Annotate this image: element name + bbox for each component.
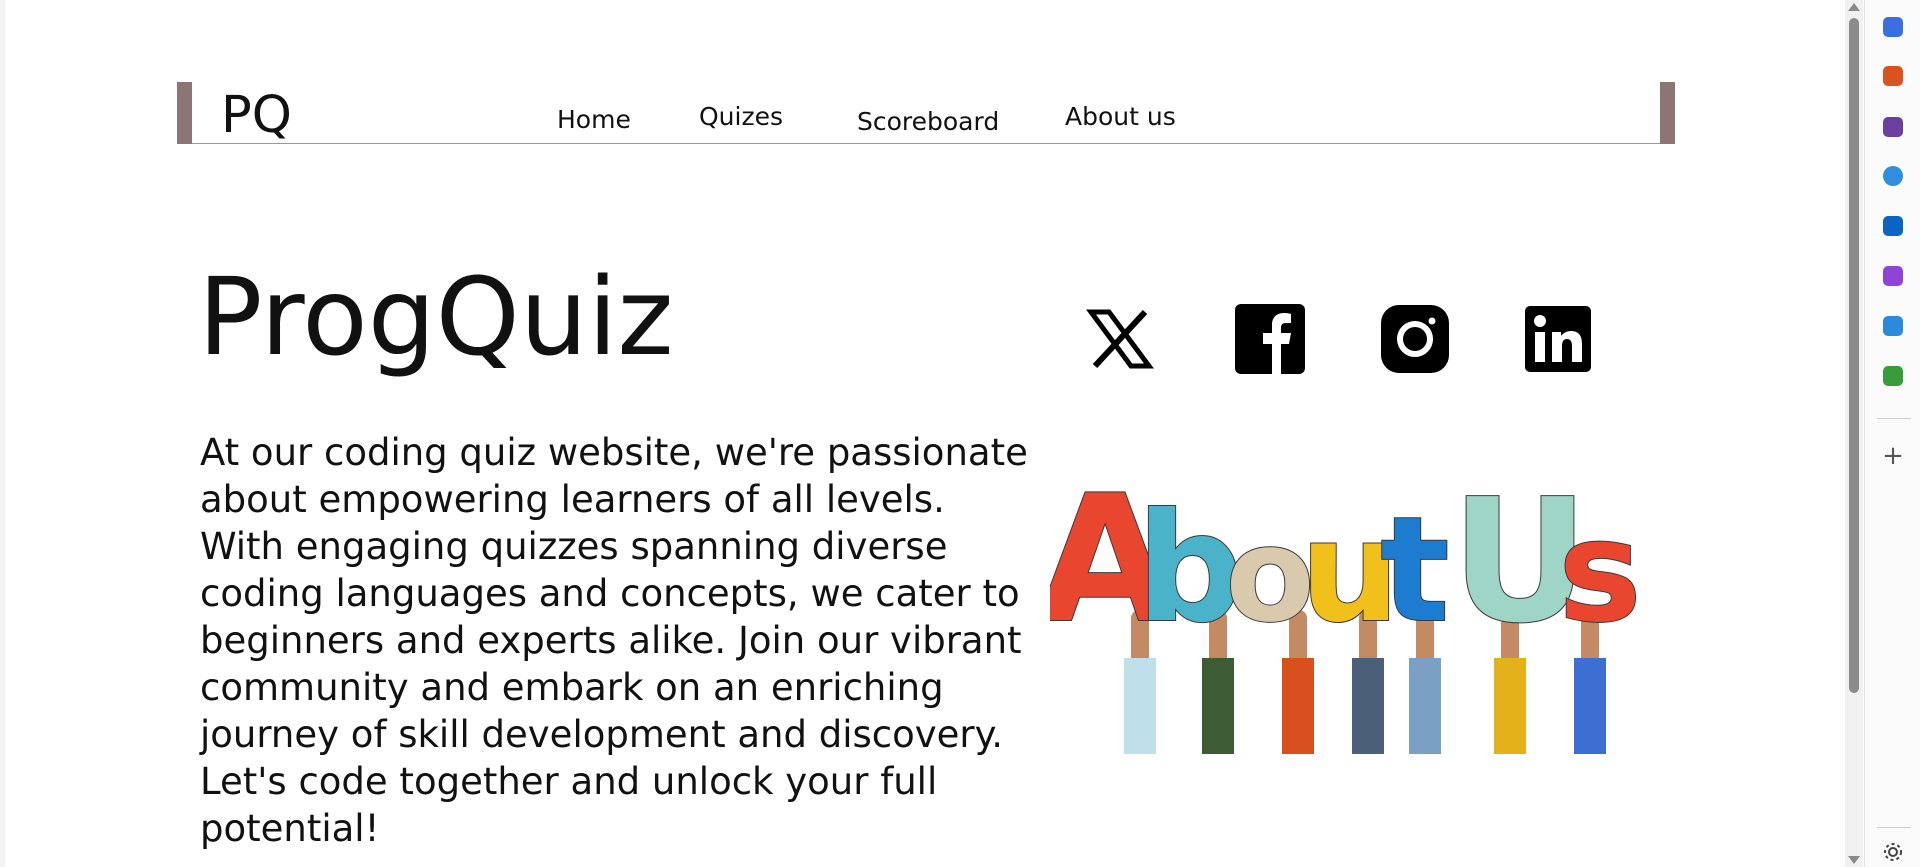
linkedin-icon xyxy=(1525,306,1591,372)
copilot-icon[interactable] xyxy=(1883,166,1903,186)
intro-line: community and embark on an enriching xyxy=(200,666,944,709)
instagram-icon xyxy=(1381,305,1449,373)
magnet-icon[interactable] xyxy=(1883,266,1903,286)
window-edge xyxy=(0,0,5,867)
intro-line: Let's code together and unlock your full xyxy=(200,760,938,803)
intro-line: At our coding quiz website, we're passio… xyxy=(200,431,1028,474)
briefcase-icon[interactable] xyxy=(1883,66,1903,86)
scroll-thumb[interactable] xyxy=(1849,18,1859,693)
nav-quizes[interactable]: Quizes xyxy=(699,102,783,132)
outlook-icon[interactable] xyxy=(1883,216,1903,236)
header-right-accent xyxy=(1660,82,1675,144)
tree-icon[interactable] xyxy=(1883,366,1903,386)
add-icon[interactable]: + xyxy=(1881,443,1905,469)
instagram-link[interactable] xyxy=(1380,304,1450,374)
about-us-image: About Us xyxy=(1050,470,1643,754)
page-title: ProgQuiz xyxy=(198,256,674,380)
nav-home[interactable]: Home xyxy=(557,105,631,135)
header-left-accent xyxy=(177,82,192,144)
intro-line: about empowering learners of all levels. xyxy=(200,478,945,521)
intro-line: coding languages and concepts, we cater … xyxy=(200,572,1020,615)
nav-scoreboard[interactable]: Scoreboard xyxy=(857,107,999,137)
nav-about-us[interactable]: About us xyxy=(1065,102,1176,132)
settings-icon[interactable] xyxy=(1881,840,1905,864)
send-icon[interactable] xyxy=(1883,316,1903,336)
scroll-down-icon[interactable] xyxy=(1848,856,1860,864)
linkedin-link[interactable] xyxy=(1523,304,1593,374)
vertical-scrollbar[interactable] xyxy=(1845,0,1863,867)
web-page: PQ Home Quizes Scoreboard About us ProgQ… xyxy=(0,0,1850,867)
intro-line: potential! xyxy=(200,807,380,850)
intro-paragraph: At our coding quiz website, we're passio… xyxy=(200,429,1040,852)
intro-line: journey of skill development and discove… xyxy=(200,713,1004,756)
about-us-letter: s xyxy=(1558,491,1641,654)
about-us-letter: t xyxy=(1380,486,1449,655)
x-icon xyxy=(1086,309,1154,369)
site-logo[interactable]: PQ xyxy=(221,86,292,146)
site-header: PQ Home Quizes Scoreboard About us xyxy=(177,82,1675,146)
chess-icon[interactable] xyxy=(1883,117,1903,137)
intro-line: With engaging quizzes spanning diverse xyxy=(200,525,948,568)
header-divider xyxy=(192,143,1660,144)
browser-side-panel: + xyxy=(1864,0,1920,867)
tag-icon[interactable] xyxy=(1883,17,1903,37)
intro-line: beginners and experts alike. Join our vi… xyxy=(200,619,1022,662)
social-links xyxy=(1085,304,1605,374)
scroll-up-icon[interactable] xyxy=(1848,3,1860,11)
side-separator xyxy=(1877,418,1911,419)
x-link[interactable] xyxy=(1085,304,1155,374)
facebook-link[interactable] xyxy=(1235,304,1305,374)
facebook-icon xyxy=(1235,304,1305,374)
side-separator xyxy=(1877,827,1911,828)
